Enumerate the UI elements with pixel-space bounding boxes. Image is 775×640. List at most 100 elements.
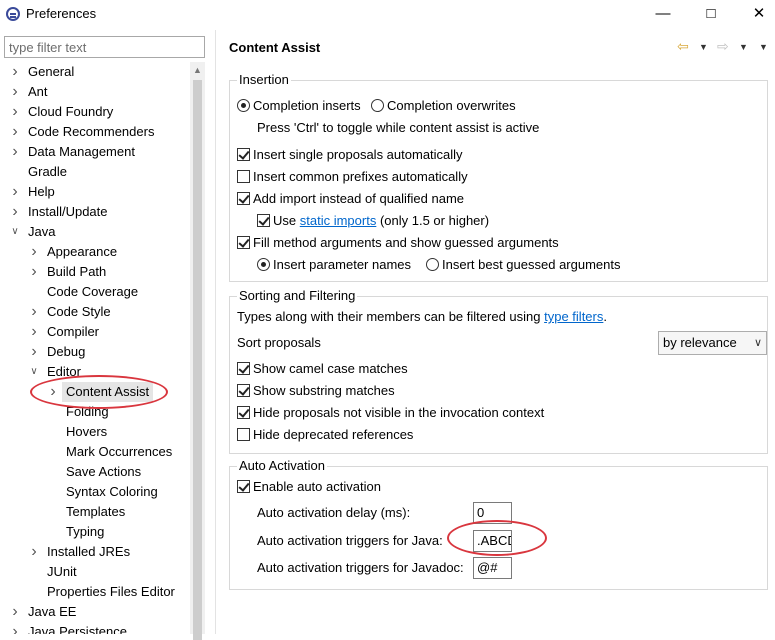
checkbox-checked-icon[interactable]	[237, 480, 250, 493]
static-imports-link[interactable]: static imports	[300, 213, 377, 228]
expand-icon[interactable]	[29, 262, 39, 282]
static-imports-checkbox[interactable]: Use static imports (only 1.5 or higher)	[257, 212, 489, 230]
tree-item-appearance[interactable]: Appearance	[47, 242, 117, 262]
insert-parameter-names-radio[interactable]: Insert parameter names	[257, 256, 411, 274]
checkbox-checked-icon[interactable]	[237, 236, 250, 249]
completion-overwrites-radio[interactable]: Completion overwrites	[371, 97, 516, 115]
insert-best-guessed-radio[interactable]: Insert best guessed arguments	[426, 256, 621, 274]
radio-icon[interactable]	[426, 258, 439, 271]
completion-inserts-radio[interactable]: Completion inserts	[237, 97, 361, 115]
tree-item-data-management[interactable]: Data Management	[28, 142, 135, 162]
tree-item-general[interactable]: General	[28, 62, 74, 82]
window-title: Preferences	[26, 6, 97, 21]
sort-proposals-select[interactable]: by relevance ∨	[658, 331, 767, 355]
close-button[interactable]: ✕	[736, 0, 775, 30]
checkbox-icon[interactable]	[237, 170, 250, 183]
tree-item-debug[interactable]: Debug	[47, 342, 85, 362]
tree-item-typing[interactable]: Typing	[66, 522, 104, 542]
expand-icon[interactable]	[29, 542, 39, 562]
expand-icon[interactable]	[10, 82, 20, 102]
tree-item-syntax-coloring[interactable]: Syntax Coloring	[66, 482, 158, 502]
checkbox-checked-icon[interactable]	[237, 362, 250, 375]
tree-scrollbar[interactable]: ▲	[190, 62, 205, 640]
title-bar: Preferences — □ ✕	[0, 0, 775, 30]
expand-icon[interactable]	[10, 202, 20, 222]
filter-input[interactable]	[4, 36, 205, 58]
collapse-icon[interactable]	[10, 222, 20, 242]
substring-checkbox[interactable]: Show substring matches	[237, 382, 395, 400]
checkbox-checked-icon[interactable]	[237, 148, 250, 161]
checkbox-checked-icon[interactable]	[257, 214, 270, 227]
annotation-circle-java-triggers	[447, 520, 547, 556]
expand-icon[interactable]	[29, 242, 39, 262]
back-dropdown-icon[interactable]: ▼	[699, 42, 708, 52]
expand-icon[interactable]	[10, 102, 20, 122]
tree-item-mark-occurrences[interactable]: Mark Occurrences	[66, 442, 172, 462]
javadoc-triggers-label: Auto activation triggers for Javadoc:	[257, 560, 464, 575]
minimize-button[interactable]: —	[640, 0, 686, 30]
scroll-up-icon[interactable]: ▲	[193, 65, 202, 75]
tree-item-junit[interactable]: JUnit	[47, 562, 77, 582]
checkbox-icon[interactable]	[237, 428, 250, 441]
tree-item-code-coverage[interactable]: Code Coverage	[47, 282, 138, 302]
tree-item-cloud-foundry[interactable]: Cloud Foundry	[28, 102, 113, 122]
delay-label: Auto activation delay (ms):	[257, 505, 411, 520]
insertion-group-label: Insertion	[237, 72, 291, 87]
expand-icon[interactable]	[10, 622, 20, 634]
view-menu-icon[interactable]: ▼	[759, 42, 768, 52]
enable-auto-activation-checkbox[interactable]: Enable auto activation	[237, 478, 381, 496]
expand-icon[interactable]	[10, 182, 20, 202]
tree-item-compiler[interactable]: Compiler	[47, 322, 99, 342]
expand-icon[interactable]	[10, 122, 20, 142]
expand-icon[interactable]	[10, 142, 20, 162]
maximize-button[interactable]: □	[688, 0, 734, 30]
tree-item-templates[interactable]: Templates	[66, 502, 125, 522]
tree-item-installed-jres[interactable]: Installed JREs	[47, 542, 130, 562]
eclipse-icon	[6, 7, 20, 21]
tree-item-gradle[interactable]: Gradle	[28, 162, 67, 182]
chevron-down-icon[interactable]: ∨	[754, 332, 762, 354]
tree-item-java[interactable]: Java	[28, 222, 55, 242]
radio-selected-icon[interactable]	[257, 258, 270, 271]
checkbox-checked-icon[interactable]	[237, 192, 250, 205]
radio-icon[interactable]	[371, 99, 384, 112]
expand-icon[interactable]	[29, 302, 39, 322]
expand-icon[interactable]	[10, 62, 20, 82]
tree-item-java-persistence[interactable]: Java Persistence	[28, 622, 127, 634]
back-arrow-icon[interactable]: ⇦	[677, 38, 689, 55]
expand-icon[interactable]	[10, 602, 20, 622]
hide-not-visible-checkbox[interactable]: Hide proposals not visible in the invoca…	[237, 404, 544, 422]
tree-item-help[interactable]: Help	[28, 182, 55, 202]
tree-item-hovers[interactable]: Hovers	[66, 422, 107, 442]
tree-item-java-ee[interactable]: Java EE	[28, 602, 76, 622]
tree-item-build-path[interactable]: Build Path	[47, 262, 106, 282]
expand-icon[interactable]	[29, 322, 39, 342]
expand-icon[interactable]	[29, 342, 39, 362]
forward-dropdown-icon[interactable]: ▼	[739, 42, 748, 52]
sorting-group-label: Sorting and Filtering	[237, 288, 358, 303]
type-filters-link[interactable]: type filters	[544, 309, 603, 324]
forward-arrow-icon[interactable]: ⇨	[717, 38, 729, 55]
collapse-icon[interactable]	[29, 362, 39, 382]
tree-item-properties-files-editor[interactable]: Properties Files Editor	[47, 582, 175, 602]
tree-item-save-actions[interactable]: Save Actions	[66, 462, 141, 482]
tree-item-install-update[interactable]: Install/Update	[28, 202, 108, 222]
tree-item-code-recommenders[interactable]: Code Recommenders	[28, 122, 154, 142]
sort-proposals-label: Sort proposals	[237, 335, 321, 350]
tree-item-code-style[interactable]: Code Style	[47, 302, 111, 322]
fill-arguments-checkbox[interactable]: Fill method arguments and show guessed a…	[237, 234, 559, 252]
preference-tree: General Ant Cloud Foundry Code Recommend…	[0, 62, 190, 634]
radio-selected-icon[interactable]	[237, 99, 250, 112]
sash-divider[interactable]	[215, 30, 216, 634]
scrollbar-thumb[interactable]	[193, 80, 202, 640]
camel-case-checkbox[interactable]: Show camel case matches	[237, 360, 408, 378]
checkbox-checked-icon[interactable]	[237, 384, 250, 397]
single-proposals-checkbox[interactable]: Insert single proposals automatically	[237, 146, 463, 164]
hide-deprecated-checkbox[interactable]: Hide deprecated references	[237, 426, 413, 444]
add-import-checkbox[interactable]: Add import instead of qualified name	[237, 190, 464, 208]
common-prefixes-checkbox[interactable]: Insert common prefixes automatically	[237, 168, 468, 186]
java-triggers-label: Auto activation triggers for Java:	[257, 533, 443, 548]
checkbox-checked-icon[interactable]	[237, 406, 250, 419]
javadoc-triggers-input[interactable]: @#	[473, 557, 512, 579]
tree-item-ant[interactable]: Ant	[28, 82, 48, 102]
